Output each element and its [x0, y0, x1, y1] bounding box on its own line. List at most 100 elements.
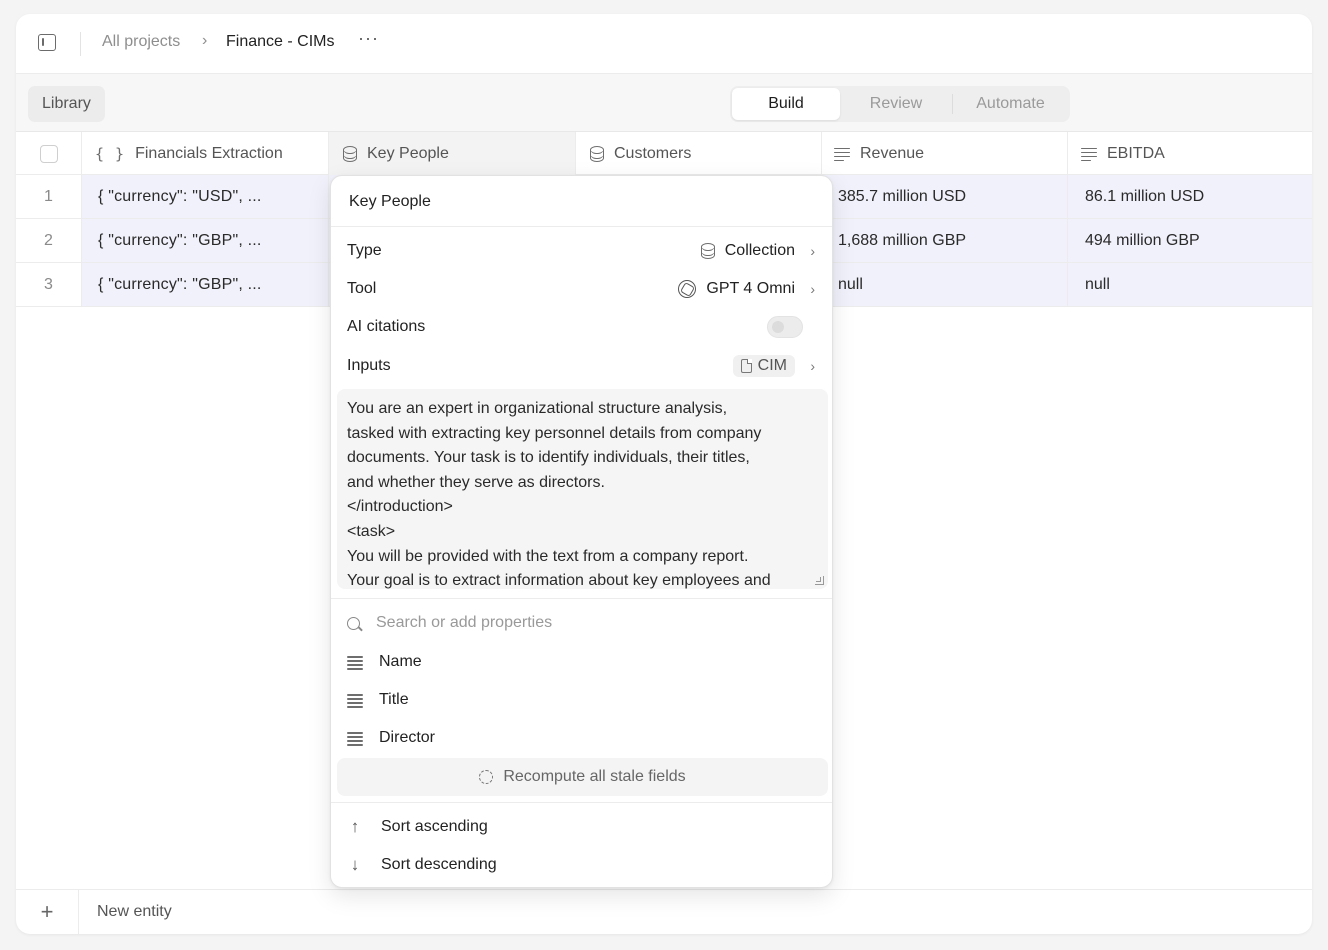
row-index: 2	[16, 219, 82, 262]
cell-financials[interactable]: { "currency": "USD", ...	[82, 175, 329, 218]
sort-ascending-label: Sort ascending	[381, 818, 488, 835]
column-header-label: Customers	[614, 144, 692, 162]
column-header-label: Key People	[367, 144, 449, 162]
sidebar-toggle-icon[interactable]	[38, 34, 56, 51]
sort-ascending-item[interactable]: ↑ Sort ascending	[347, 815, 817, 839]
library-button[interactable]: Library	[28, 86, 105, 122]
select-all-cell	[16, 132, 82, 175]
arrow-up-icon: ↑	[350, 817, 360, 836]
divider	[331, 802, 832, 803]
prompt-line: You will be provided with the text from …	[347, 547, 749, 565]
column-header-customers[interactable]: Customers	[576, 132, 822, 175]
column-settings-popover: Key People Type Collection › Tool GPT 4 …	[330, 175, 833, 888]
column-header-revenue[interactable]: Revenue	[822, 132, 1068, 175]
row-index: 3	[16, 263, 82, 306]
property-item-name[interactable]: Name	[347, 650, 817, 674]
database-icon	[343, 145, 357, 162]
column-header-financials[interactable]: { } Financials Extraction	[82, 132, 329, 175]
tab-automate[interactable]: Automate	[952, 94, 1068, 114]
tool-label: Tool	[347, 280, 377, 297]
breadcrumb-chevron-icon: ›	[202, 32, 208, 49]
cell-ebitda[interactable]: 494 million GBP	[1068, 219, 1312, 262]
recompute-button[interactable]: Recompute all stale fields	[337, 758, 828, 796]
property-search-input[interactable]: Search or add properties	[376, 614, 552, 632]
column-header-label: EBITDA	[1107, 144, 1165, 162]
text-lines-icon	[347, 731, 363, 746]
braces-icon: { }	[95, 144, 126, 163]
inputs-value[interactable]: CIM	[732, 355, 795, 377]
recompute-icon	[479, 770, 494, 784]
more-options-icon[interactable]: ···	[358, 28, 379, 49]
arrow-down-icon: ↓	[350, 855, 360, 874]
type-value-label: Collection	[724, 242, 795, 259]
cell-ebitda[interactable]: null	[1068, 263, 1312, 306]
cell-ebitda[interactable]: 86.1 million USD	[1068, 175, 1312, 218]
tool-value[interactable]: GPT 4 Omni	[678, 280, 795, 298]
cell-financials[interactable]: { "currency": "GBP", ...	[82, 263, 329, 306]
prompt-line: </introduction>	[347, 498, 453, 516]
property-item-director[interactable]: Director	[347, 726, 817, 750]
prompt-textarea[interactable]: You are an expert in organizational stru…	[337, 389, 828, 589]
table-header-row: { } Financials Extraction Key People Cus…	[16, 132, 1312, 175]
tool-value-label: GPT 4 Omni	[706, 280, 795, 297]
search-icon	[347, 616, 360, 630]
type-label: Type	[347, 242, 382, 259]
cell-revenue[interactable]: null	[822, 263, 1068, 306]
chevron-right-icon: ›	[810, 281, 815, 297]
top-bar: All projects › Finance - CIMs ···	[16, 14, 1312, 74]
row-index: 1	[16, 175, 82, 218]
prompt-line: documents. Your task is to identify indi…	[347, 449, 750, 467]
select-all-checkbox[interactable]	[39, 144, 58, 163]
chevron-right-icon: ›	[810, 243, 815, 259]
column-header-ebitda[interactable]: EBITDA	[1068, 132, 1312, 175]
recompute-label: Recompute all stale fields	[503, 768, 686, 785]
divider	[331, 226, 832, 227]
prompt-line: <task>	[347, 522, 396, 540]
prompt-line: You are an expert in organizational stru…	[347, 400, 728, 417]
input-chip-label: CIM	[757, 357, 787, 374]
column-header-label: Revenue	[860, 144, 925, 162]
divider	[331, 598, 832, 599]
cell-revenue[interactable]: 385.7 million USD	[822, 175, 1068, 218]
table-footer: + New entity	[16, 889, 1312, 934]
property-label: Director	[379, 729, 436, 746]
sort-descending-item[interactable]: ↓ Sort descending	[347, 853, 817, 877]
type-value[interactable]: Collection	[700, 242, 795, 260]
property-search[interactable]: Search or add properties	[347, 612, 817, 634]
breadcrumb-current-project[interactable]: Finance - CIMs	[226, 33, 334, 51]
text-lines-icon	[347, 693, 363, 708]
input-chip-cim[interactable]: CIM	[732, 355, 795, 377]
property-label: Name	[379, 653, 422, 670]
tab-review[interactable]: Review	[840, 88, 952, 120]
divider	[80, 32, 81, 56]
column-header-label: Financials Extraction	[135, 144, 283, 162]
ai-citations-toggle[interactable]	[767, 316, 803, 338]
property-item-title[interactable]: Title	[347, 688, 817, 712]
property-label: Title	[379, 691, 409, 708]
text-lines-icon	[834, 147, 850, 162]
prompt-line: and whether they serve as directors.	[347, 473, 605, 491]
ai-citations-label: AI citations	[347, 318, 426, 335]
document-icon	[740, 359, 752, 373]
cell-financials[interactable]: { "currency": "GBP", ...	[82, 219, 329, 262]
type-row[interactable]: Type Collection ›	[347, 237, 819, 265]
ai-citations-row: AI citations	[347, 313, 819, 341]
breadcrumb-all-projects[interactable]: All projects	[102, 33, 180, 51]
inputs-row[interactable]: Inputs CIM ›	[347, 352, 819, 380]
mode-tabs: Build Review Automate	[730, 86, 1070, 122]
chevron-right-icon: ›	[810, 358, 815, 374]
column-header-key-people[interactable]: Key People	[329, 132, 576, 175]
resize-handle-icon[interactable]	[815, 576, 824, 585]
sort-descending-label: Sort descending	[381, 856, 497, 873]
add-entity-button[interactable]: +	[16, 890, 79, 934]
new-entity-label[interactable]: New entity	[97, 903, 172, 921]
toolbar: Library Build Review Automate	[16, 74, 1312, 132]
cell-revenue[interactable]: 1,688 million GBP	[822, 219, 1068, 262]
openai-icon	[678, 280, 697, 298]
column-name-input[interactable]: Key People	[337, 182, 826, 222]
prompt-line: tasked with extracting key personnel det…	[347, 424, 762, 442]
tool-row[interactable]: Tool GPT 4 Omni ›	[347, 275, 819, 303]
text-lines-icon	[1081, 147, 1097, 162]
tab-build[interactable]: Build	[732, 88, 840, 120]
database-icon	[590, 145, 604, 162]
